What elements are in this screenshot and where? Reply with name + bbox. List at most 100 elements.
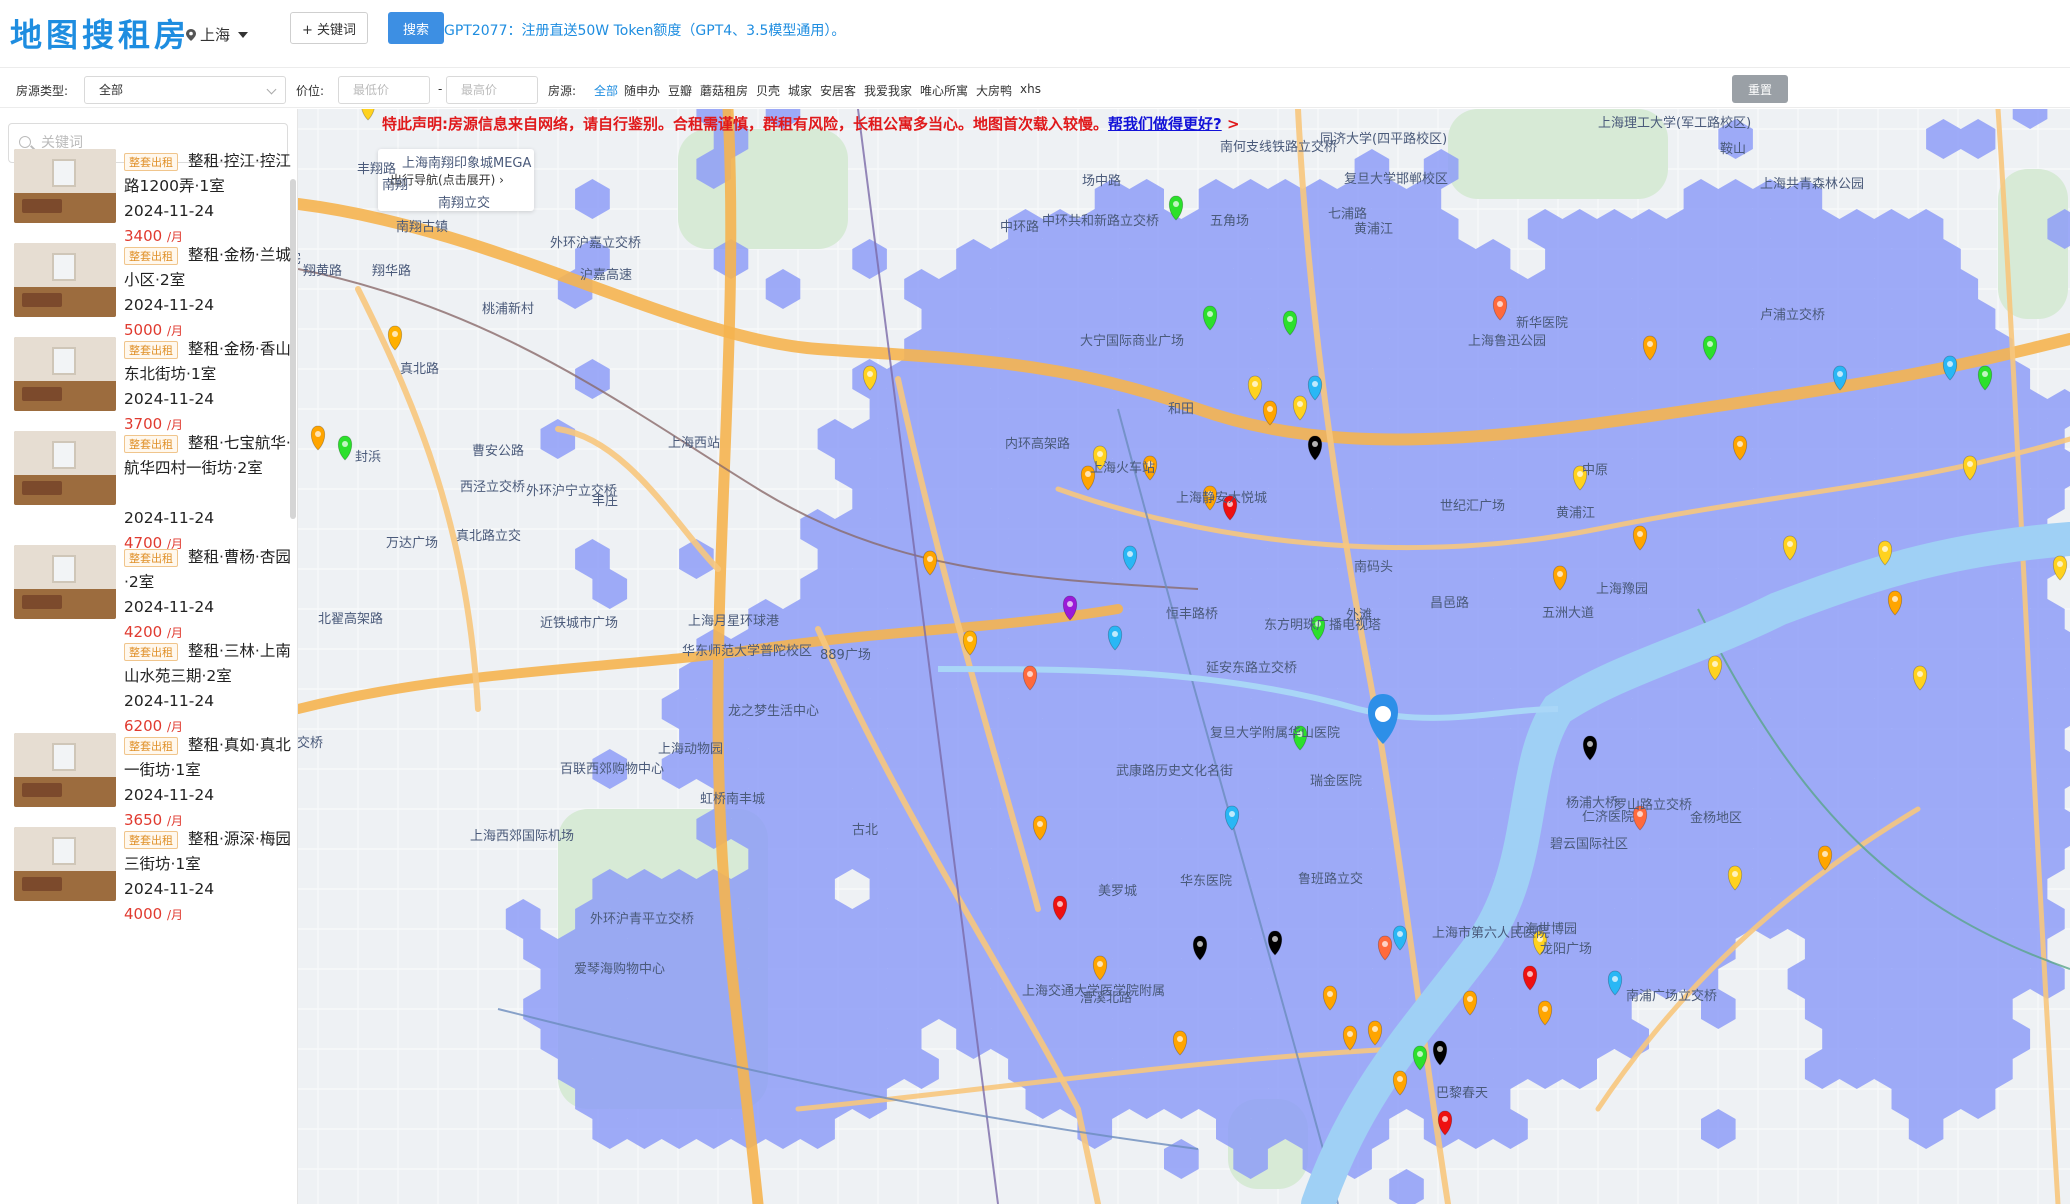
listing-date: 2024-11-24	[124, 880, 215, 898]
source-anjuke[interactable]: 安居客	[820, 82, 856, 99]
map-place-label: 上海动物园	[658, 742, 724, 757]
map-place-label: 北青立交桥	[298, 736, 324, 751]
listing-date: 2024-11-24	[124, 786, 215, 804]
map-place-label: 上海西郊国际机场	[470, 829, 575, 844]
listing-price-unit: /月	[166, 230, 184, 244]
filter-bar: 房源类型: 全部 价位: 最低价 - 最高价 房源: 全部 随申办 豆瓣 蘑菇租…	[0, 70, 2070, 108]
map-place-label: 翔华路	[372, 264, 412, 279]
map-place-label: 曹安公路	[472, 444, 525, 459]
map-place-label: 金杨地区	[1690, 811, 1743, 826]
type-select[interactable]: 全部	[84, 76, 286, 104]
listing-price-unit: /月	[166, 324, 184, 338]
map-place-label: 中原	[1582, 463, 1609, 478]
listing-item[interactable]: 整租·七宝航华·航华四村一街坊·2室 整套出租 2024-11-24 4700 /月	[14, 431, 291, 552]
map-place-label: 近铁城市广场	[540, 616, 619, 631]
map-place-label: 五角场	[1210, 214, 1250, 229]
site-logo[interactable]: 地图搜租房	[10, 10, 190, 56]
listing-price-unit: /月	[166, 418, 184, 432]
map-place-label: 桃浦新村	[482, 302, 535, 317]
source-label: 房源:	[548, 84, 577, 98]
listing-price-unit: /月	[166, 626, 184, 640]
listing-date: 2024-11-24	[124, 202, 215, 220]
map-place-label: 上海豫园	[1596, 582, 1649, 597]
notice-text: 特此声明:房源信息来自网络，请自行鉴别。合租需谨慎，群租有风险，长租公寓多当心。…	[382, 115, 1109, 133]
listing-thumbnail[interactable]	[14, 733, 116, 807]
map-place-label: 华东医院	[1180, 874, 1233, 889]
location-pin-icon	[186, 28, 196, 41]
listing-thumbnail[interactable]	[14, 243, 116, 317]
listing-date: 2024-11-24	[124, 390, 215, 408]
promo-link[interactable]: GPT2077：注册直送50W Token额度（GPT4、3.5模型通用）。	[444, 20, 845, 40]
map-place-label: 丰庄	[592, 494, 619, 509]
listing-date: 2024-11-24	[124, 598, 215, 616]
map-place-label: 漕溪北路	[1080, 991, 1133, 1006]
listing-thumbnail[interactable]	[14, 827, 116, 901]
map-place-label: 爱琴海购物中心	[574, 962, 666, 977]
listing-thumbnail[interactable]	[14, 431, 116, 505]
map-canvas[interactable]: 特此声明:房源信息来自网络，请自行鉴别。合租需谨慎，群租有风险，长租公寓多当心。…	[298, 109, 2070, 1204]
map-place-label: 仁济医院	[1582, 810, 1635, 825]
map-place-label: 鲁班路立交	[1298, 872, 1364, 887]
source-5i5j[interactable]: 我爱我家	[864, 82, 912, 99]
listing-badge: 整套出租	[124, 247, 178, 265]
listing-badge: 整套出租	[124, 549, 178, 567]
map-place-label: 昌邑路	[1430, 596, 1470, 611]
map-place-label: 南浦广场立交桥	[1626, 989, 1718, 1004]
map-place-label: 虹桥南丰城	[700, 792, 766, 807]
feedback-arrow: >	[1221, 115, 1240, 133]
map-place-label: 沪嘉高速	[580, 268, 633, 283]
map-svg[interactable]	[298, 109, 2070, 1204]
listing-thumbnail[interactable]	[14, 149, 116, 223]
map-place-label: 上海静安大悦城	[1176, 491, 1268, 506]
listing-price: 4000 /月	[124, 905, 183, 923]
listing-item[interactable]: 整租·源深·梅园三街坊·1室 整套出租 2024-11-24 4000 /月	[14, 827, 291, 947]
map-place-label: 外环沪嘉立交桥	[550, 236, 642, 251]
add-keyword-button[interactable]: + 关键词	[290, 12, 368, 44]
source-suishenban[interactable]: 随申办	[624, 82, 660, 99]
map-place-label: 卢浦立交桥	[1760, 308, 1826, 323]
listing-badge: 整套出租	[124, 831, 178, 849]
map-place-label: 上海月星环球港	[688, 614, 780, 629]
map-place-label: 武康路历史文化名街	[1116, 764, 1234, 779]
map-place-label: 毛家宅	[298, 248, 301, 267]
listing-badge: 整套出租	[124, 435, 178, 453]
map-place-label: 上海火车站	[1090, 461, 1156, 476]
source-chengjia[interactable]: 城家	[788, 82, 812, 99]
city-name: 上海	[200, 26, 231, 44]
price-separator: -	[438, 82, 443, 96]
source-dafangya[interactable]: 大房鸭	[976, 82, 1012, 99]
source-weixinsuoyu[interactable]: 唯心所寓	[920, 82, 968, 99]
map-place-label: 世纪汇广场	[1440, 499, 1506, 514]
price-max-input[interactable]: 最高价	[446, 76, 538, 104]
source-all[interactable]: 全部	[594, 82, 618, 99]
listing-badge: 整套出租	[124, 341, 178, 359]
city-selector[interactable]: 上海	[186, 24, 249, 45]
source-beike[interactable]: 贝壳	[756, 82, 780, 99]
map-place-label: 北翟高架路	[318, 612, 384, 627]
source-douban[interactable]: 豆瓣	[668, 82, 692, 99]
map-place-label: 百联西郊购物中心	[560, 762, 665, 777]
map-place-label: 上海南翔印象城MEGA	[402, 156, 532, 171]
map-place-label: 古北	[852, 823, 879, 838]
listing-thumbnail[interactable]	[14, 545, 116, 619]
map-place-label: 西泾立交桥	[460, 480, 526, 495]
map-place-label: 华东师范大学普陀校区	[682, 644, 813, 659]
price-label: 价位:	[296, 84, 325, 98]
park-area	[678, 129, 848, 249]
map-place-label: 中环路	[1000, 220, 1040, 235]
map-place-label: 复旦大学邯郸校区	[1344, 172, 1449, 187]
map-place-label: 上海理工大学(军工路校区)	[1598, 116, 1752, 131]
source-mogu[interactable]: 蘑菇租房	[700, 82, 748, 99]
map-place-label: 外滩	[1346, 608, 1373, 623]
feedback-link[interactable]: 帮我们做得更好?	[1108, 115, 1222, 133]
reset-button[interactable]: 重置	[1732, 75, 1788, 103]
listing-sidebar: 关键词 整租·控江·控江路1200弄·1室 整套出租 2024-11-24 3400 …	[0, 109, 298, 1204]
map-place-label: 同济大学(四平路校区)	[1320, 132, 1448, 147]
search-button[interactable]: 搜索	[388, 12, 444, 44]
listing-thumbnail[interactable]	[14, 337, 116, 411]
map-place-label: 和田	[1168, 402, 1195, 417]
chevron-down-icon	[238, 31, 249, 38]
map-place-label: 中环共和新路立交桥	[1042, 214, 1160, 229]
price-min-input[interactable]: 最低价	[338, 76, 430, 104]
source-xhs[interactable]: xhs	[1020, 82, 1041, 96]
